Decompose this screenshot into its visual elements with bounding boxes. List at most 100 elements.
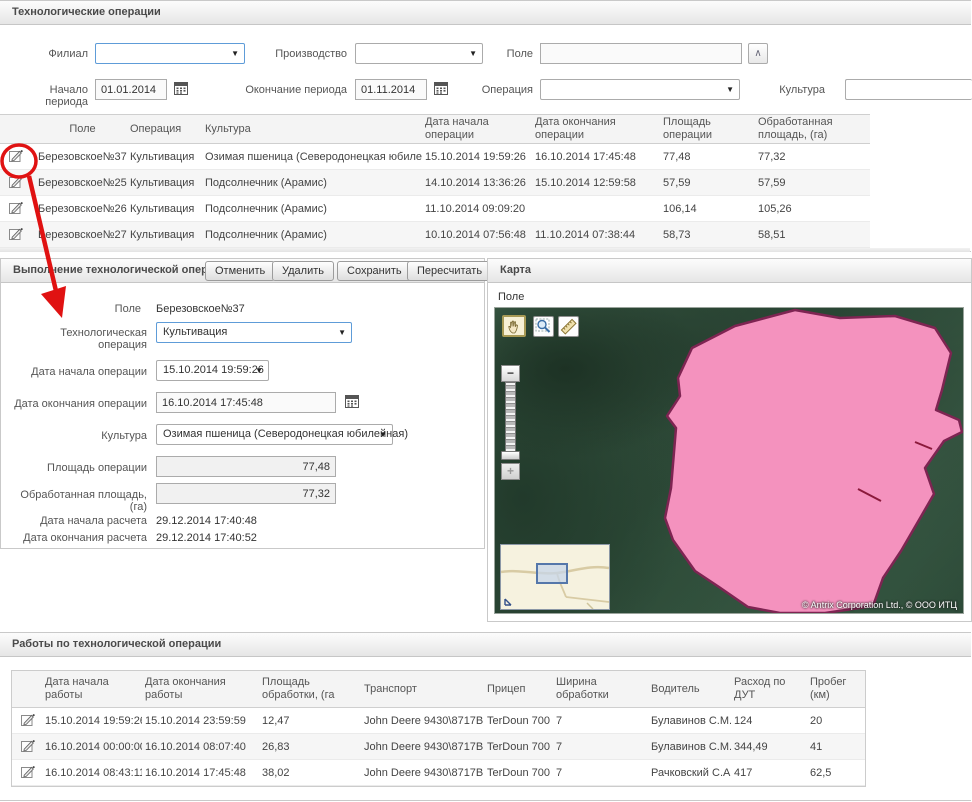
processed-area-label: Обработанная площадь, (га) (1, 489, 147, 513)
cell: 77,48 (660, 151, 755, 163)
cell: 344,49 (731, 741, 807, 753)
magnifier-icon (534, 317, 553, 336)
table-row[interactable]: Березовское№27КультивацияПодсолнечник (А… (0, 222, 870, 248)
column-header: Дата начала работы (42, 676, 142, 702)
cell: Березовское№37 (35, 151, 127, 163)
map-attribution: © Antrix Corporation Ltd., © ООО ИТЦ (802, 600, 957, 610)
table-row[interactable]: 16.10.2014 00:00:0016.10.2014 08:07:4026… (12, 734, 865, 760)
column-header: Дата окончания работы (142, 676, 259, 702)
map-panel-header: Карта (488, 259, 971, 283)
minimap-collapse-icon[interactable] (505, 599, 511, 605)
chevron-down-icon: ▼ (379, 430, 387, 439)
column-header: Поле (35, 123, 127, 136)
cell: Рачковский С.А. (648, 767, 731, 779)
zoom-out-button[interactable]: − (501, 365, 520, 382)
cell: Культивация (127, 151, 202, 163)
period-end-input[interactable] (355, 79, 427, 100)
edit-icon (20, 712, 36, 727)
edit-icon (8, 200, 24, 215)
op-end-input[interactable] (156, 392, 336, 413)
edit-row-button[interactable] (12, 764, 42, 782)
edit-row-button[interactable] (0, 200, 35, 218)
works-panel: Работы по технологической операции Дата … (0, 632, 971, 801)
cell: Березовское№25 (35, 177, 127, 189)
calendar-icon[interactable] (344, 393, 362, 412)
map-canvas[interactable]: − + © Antrix Corporation Ltd., © ООО ИТЦ (494, 307, 964, 614)
zoom-slider-handle[interactable] (501, 451, 520, 460)
zoom-box-tool-button[interactable] (533, 316, 554, 337)
table-row[interactable]: Березовское№25КультивацияПодсолнечник (А… (0, 170, 870, 196)
column-header: Дата окончания операции (532, 116, 660, 142)
chevron-down-icon: ▼ (726, 85, 734, 94)
op-area-input[interactable] (156, 456, 336, 477)
cell: 105,26 (755, 203, 870, 215)
period-start-input[interactable] (95, 79, 167, 100)
map-panel-title: Карта (500, 264, 531, 276)
delete-button[interactable]: Удалить (272, 261, 334, 281)
cell: John Deere 9430\8717ВН (361, 767, 484, 779)
table-row[interactable]: 16.10.2014 08:43:1116.10.2014 17:45:4838… (12, 760, 865, 786)
culture-filter-label: Культура (773, 84, 825, 96)
culture-label: Культура (9, 430, 147, 442)
culture-select[interactable] (845, 79, 972, 100)
edit-icon (8, 148, 24, 163)
field-polygon[interactable] (665, 310, 962, 613)
tech-operation-select[interactable]: Культивация ▼ (156, 322, 352, 343)
column-header: Площадь обработки, (га (259, 676, 361, 702)
edit-row-button[interactable] (0, 226, 35, 244)
calendar-icon[interactable] (173, 80, 191, 99)
zoom-slider-track[interactable] (505, 382, 516, 452)
cell: John Deere 9430\8717ВН (361, 715, 484, 727)
processed-area-input[interactable] (156, 483, 336, 504)
recalculate-button[interactable]: Пересчитать (407, 261, 492, 281)
cell: 7 (553, 741, 648, 753)
culture-form-select[interactable]: Озимая пшеница (Северодонецкая юбилейная… (156, 424, 393, 445)
branch-select[interactable]: ▼ (95, 43, 245, 64)
calc-end-value: 29.12.2014 17:40:52 (156, 532, 257, 544)
cell: 16.10.2014 08:43:11 (42, 767, 142, 779)
save-button[interactable]: Сохранить (337, 261, 412, 281)
table-header-row: Дата начала работыДата окончания работыП… (12, 671, 865, 708)
zoom-in-button[interactable]: + (501, 463, 520, 480)
cell: TerDoun 700 (484, 741, 553, 753)
cell: Подсолнечник (Арамис) (202, 177, 422, 189)
chevron-down-icon: ▼ (338, 328, 346, 337)
table-row[interactable]: 15.10.2014 19:59:2615.10.2014 23:59:5912… (12, 708, 865, 734)
edit-row-button[interactable] (12, 738, 42, 756)
measure-tool-button[interactable] (558, 316, 579, 337)
cell: 124 (731, 715, 807, 727)
period-start-label: Начало периода (8, 84, 88, 108)
collapse-button[interactable]: ∧ (748, 43, 768, 64)
edit-row-button[interactable] (0, 148, 35, 166)
chevron-down-icon: ▼ (231, 49, 239, 58)
field-filter-input[interactable] (540, 43, 742, 64)
cell: John Deere 9430\8717ВН (361, 741, 484, 753)
edit-icon (20, 764, 36, 779)
op-start-combo[interactable]: 15.10.2014 19:59:26 ▼ (156, 360, 269, 381)
cell: 16.10.2014 08:07:40 (142, 741, 259, 753)
production-select[interactable]: ▼ (355, 43, 483, 64)
cell: 15.10.2014 19:59:26 (422, 151, 532, 163)
calendar-icon[interactable] (433, 80, 451, 99)
edit-row-button[interactable] (0, 174, 35, 192)
cell: 11.10.2014 09:09:20 (422, 203, 532, 215)
overview-minimap[interactable] (500, 544, 610, 610)
column-header: Транспорт (361, 683, 484, 696)
pan-tool-button[interactable] (502, 315, 526, 337)
table-row[interactable]: Березовское№26КультивацияПодсолнечник (А… (0, 196, 870, 222)
production-label: Производство (247, 48, 347, 60)
cancel-button[interactable]: Отменить (205, 261, 275, 281)
cell: Озимая пшеница (Северодонецкая юбилейная… (202, 151, 422, 163)
cell: 57,59 (660, 177, 755, 189)
cell: Подсолнечник (Арамис) (202, 229, 422, 241)
table-row[interactable]: Березовское№37КультивацияОзимая пшеница … (0, 144, 870, 170)
calc-end-label: Дата окончания расчета (9, 532, 147, 544)
edit-row-button[interactable] (12, 712, 42, 730)
operations-panel-header: Технологические операции (0, 1, 971, 25)
cell: Культивация (127, 229, 202, 241)
operation-select[interactable]: ▼ (540, 79, 740, 100)
cell: 14.10.2014 13:36:26 (422, 177, 532, 189)
minimap-viewport[interactable] (537, 564, 567, 583)
cell: 62,5 (807, 767, 865, 779)
column-header: Обработанная площадь, (га) (755, 116, 870, 142)
